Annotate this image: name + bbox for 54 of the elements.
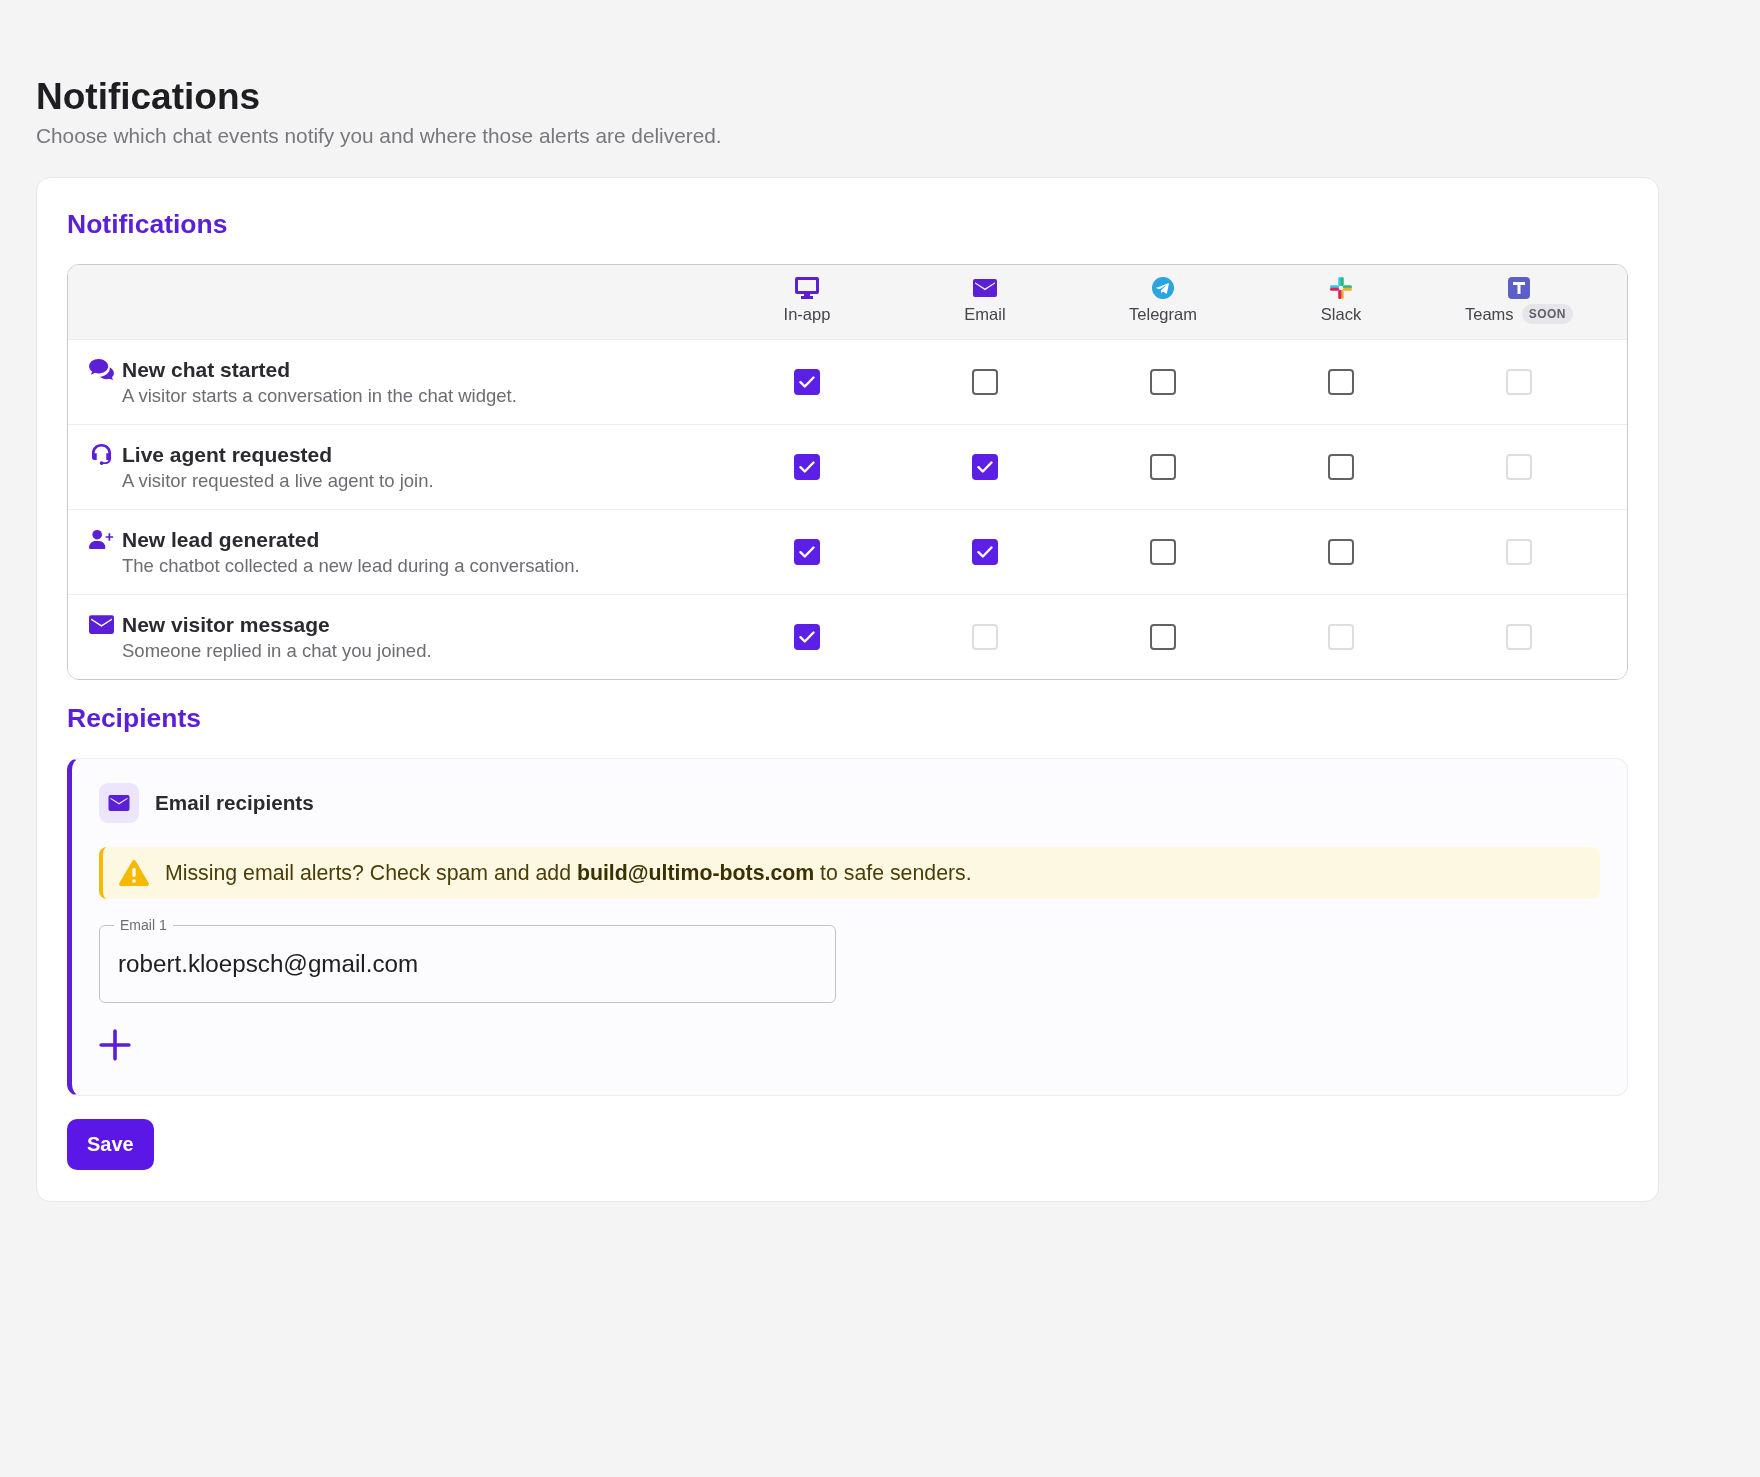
page-subtitle: Choose which chat events notify you and where those alerts are delivered. xyxy=(36,123,722,149)
teams-icon xyxy=(1507,277,1531,299)
checkmark-icon xyxy=(977,546,993,558)
checkbox[interactable] xyxy=(972,539,998,565)
checkbox[interactable] xyxy=(794,369,820,395)
section-heading: Recipients xyxy=(67,702,201,734)
checkbox[interactable] xyxy=(1328,369,1354,395)
save-button[interactable]: Save xyxy=(67,1119,154,1170)
channel-label: Teams xyxy=(1465,304,1514,324)
checkmark-icon xyxy=(799,376,815,388)
checkbox[interactable] xyxy=(1328,539,1354,565)
channel-label: Email xyxy=(964,304,1006,324)
chat-bubbles-icon xyxy=(88,359,114,380)
telegram-icon xyxy=(1151,277,1175,299)
channel-label: In-app xyxy=(783,304,831,324)
checkbox[interactable] xyxy=(794,539,820,565)
envelope-icon xyxy=(973,277,997,299)
checkmark-icon xyxy=(799,631,815,643)
user-plus-icon xyxy=(88,529,114,550)
event-description: Someone replied in a chat you joined. xyxy=(122,640,432,662)
event-description: The chatbot collected a new lead during a conversation. xyxy=(122,555,580,577)
panel-title: Email recipients xyxy=(155,791,314,815)
checkmark-icon xyxy=(977,461,993,473)
status-badge: SOON xyxy=(1521,304,1573,324)
event-title: Live agent requested xyxy=(122,442,333,467)
warning-text: Missing email alerts? Check spam and add build@ultimo-bots.com to safe senders. xyxy=(165,860,972,886)
checkbox[interactable] xyxy=(972,369,998,395)
add-email-button[interactable] xyxy=(99,1029,131,1061)
monitor-icon xyxy=(795,277,819,299)
warning-icon xyxy=(119,860,149,886)
event-title: New chat started xyxy=(122,357,291,382)
checkbox[interactable] xyxy=(1150,539,1176,565)
checkbox[interactable] xyxy=(972,454,998,480)
checkbox[interactable] xyxy=(794,454,820,480)
checkbox[interactable] xyxy=(1328,454,1354,480)
checkbox[interactable] xyxy=(1150,454,1176,480)
event-description: A visitor starts a conversation in the chat widget. xyxy=(122,385,517,407)
envelope-icon xyxy=(88,614,114,635)
checkbox[interactable] xyxy=(1150,369,1176,395)
envelope-icon xyxy=(99,783,139,823)
checkmark-icon xyxy=(799,461,815,473)
channel-label: Telegram xyxy=(1129,304,1197,324)
page-title: Notifications xyxy=(36,76,261,118)
plus-icon xyxy=(99,1029,131,1061)
event-title: New lead generated xyxy=(122,527,320,552)
event-title: New visitor message xyxy=(122,612,330,637)
checkmark-icon xyxy=(799,546,815,558)
slack-icon xyxy=(1329,277,1353,299)
checkbox[interactable] xyxy=(794,624,820,650)
event-description: A visitor requested a live agent to join. xyxy=(122,470,434,492)
section-heading: Notifications xyxy=(67,208,228,240)
channel-label: Slack xyxy=(1320,304,1362,324)
checkbox[interactable] xyxy=(1150,624,1176,650)
email-field[interactable]: Email 1 robert.kloepsch@gmail.com xyxy=(99,917,836,1003)
